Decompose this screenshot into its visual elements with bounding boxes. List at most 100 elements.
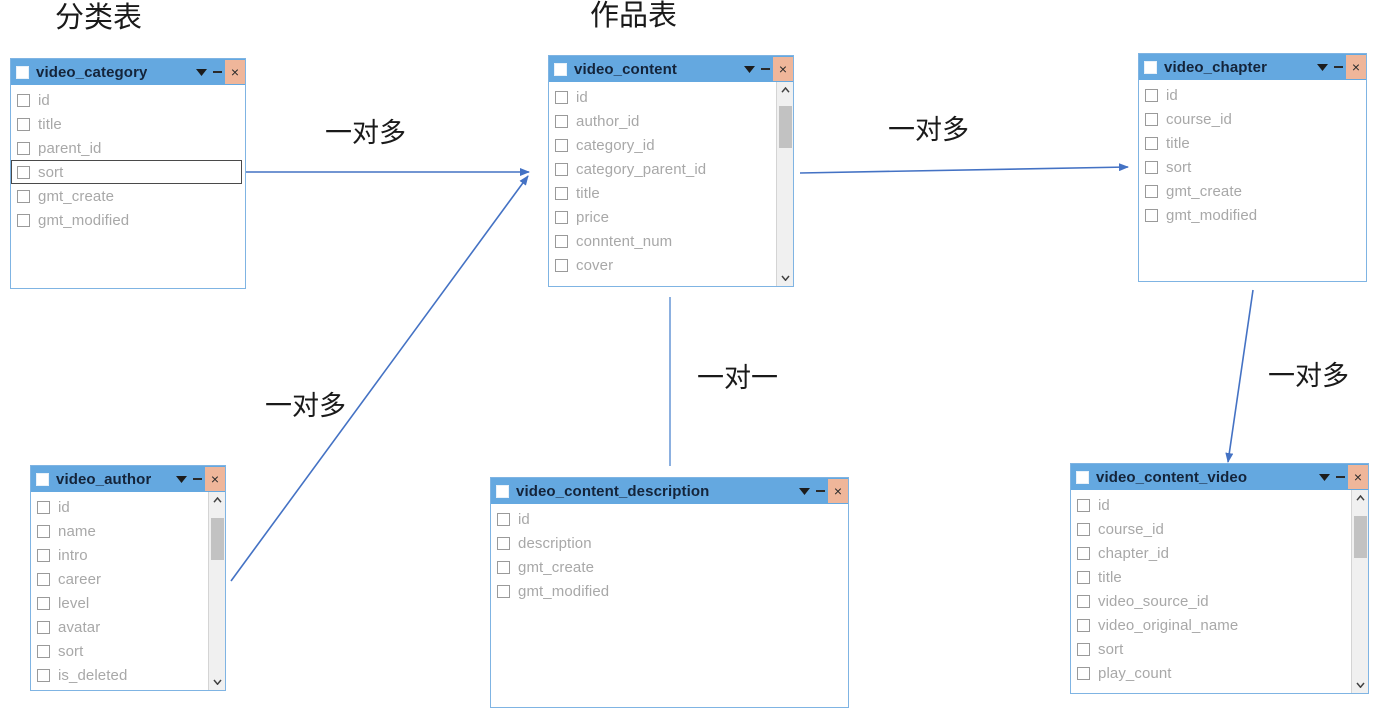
scroll-down-icon[interactable] (209, 674, 226, 690)
vertical-scrollbar[interactable] (776, 82, 793, 286)
field-checkbox[interactable] (555, 258, 568, 272)
field-checkbox[interactable] (497, 512, 510, 526)
table-select-checkbox[interactable] (1076, 470, 1089, 484)
field-checkbox[interactable] (555, 234, 568, 248)
vertical-scrollbar[interactable] (1351, 490, 1368, 693)
minimize-icon[interactable] (1332, 466, 1348, 488)
table-window-video-chapter[interactable]: video_chapter × id course_id title sort … (1138, 53, 1367, 282)
close-icon[interactable]: × (205, 467, 225, 491)
field-checkbox[interactable] (37, 644, 50, 658)
field-row[interactable]: sort (31, 639, 208, 663)
field-checkbox[interactable] (497, 536, 510, 550)
scrollbar-track[interactable] (1352, 506, 1369, 677)
field-row[interactable]: sort (1139, 155, 1366, 179)
field-checkbox[interactable] (555, 162, 568, 176)
field-row[interactable]: gmt_modified (491, 579, 848, 603)
field-row[interactable]: parent_id (11, 136, 245, 160)
field-checkbox[interactable] (497, 584, 510, 598)
field-checkbox[interactable] (37, 572, 50, 586)
minimize-icon[interactable] (209, 61, 225, 83)
scroll-up-icon[interactable] (777, 82, 794, 98)
titlebar-video-category[interactable]: video_category × (11, 59, 245, 85)
field-checkbox[interactable] (17, 189, 30, 203)
field-checkbox[interactable] (555, 210, 568, 224)
field-checkbox[interactable] (1077, 642, 1090, 656)
field-checkbox[interactable] (37, 548, 50, 562)
field-checkbox[interactable] (37, 596, 50, 610)
close-icon[interactable]: × (1346, 55, 1366, 79)
field-checkbox[interactable] (1077, 570, 1090, 584)
chevron-down-icon[interactable] (796, 480, 812, 502)
field-row[interactable]: id (549, 85, 776, 109)
field-row[interactable]: video_original_name (1071, 613, 1351, 637)
field-row[interactable]: course_id (1139, 107, 1366, 131)
minimize-icon[interactable] (1330, 56, 1346, 78)
titlebar-video-content[interactable]: video_content × (549, 56, 793, 82)
field-checkbox[interactable] (1077, 498, 1090, 512)
field-checkbox[interactable] (17, 93, 30, 107)
field-checkbox[interactable] (17, 213, 30, 227)
field-row[interactable]: sort (1071, 637, 1351, 661)
chevron-down-icon[interactable] (741, 58, 757, 80)
close-icon[interactable]: × (828, 479, 848, 503)
chevron-down-icon[interactable] (1314, 56, 1330, 78)
titlebar-video-content-video[interactable]: video_content_video × (1071, 464, 1368, 490)
minimize-icon[interactable] (189, 468, 205, 490)
field-checkbox[interactable] (555, 186, 568, 200)
field-checkbox[interactable] (37, 524, 50, 538)
scroll-down-icon[interactable] (1352, 677, 1369, 693)
field-checkbox[interactable] (555, 114, 568, 128)
field-row[interactable]: play_count (1071, 661, 1351, 685)
table-select-checkbox[interactable] (496, 484, 509, 498)
field-row[interactable]: conntent_num (549, 229, 776, 253)
vertical-scrollbar[interactable] (208, 492, 225, 690)
field-checkbox[interactable] (555, 138, 568, 152)
field-checkbox[interactable] (1145, 184, 1158, 198)
titlebar-video-content-description[interactable]: video_content_description × (491, 478, 848, 504)
scrollbar-track[interactable] (209, 508, 226, 674)
field-row[interactable]: title (1071, 565, 1351, 589)
field-checkbox[interactable] (17, 141, 30, 155)
field-row[interactable]: gmt_create (11, 184, 245, 208)
field-checkbox[interactable] (1145, 208, 1158, 222)
field-checkbox[interactable] (1077, 666, 1090, 680)
scrollbar-thumb[interactable] (1353, 516, 1367, 558)
table-window-video-category[interactable]: video_category × id title parent_id sort… (10, 58, 246, 289)
field-checkbox[interactable] (1077, 618, 1090, 632)
field-row[interactable]: career (31, 567, 208, 591)
field-row[interactable]: category_parent_id (549, 157, 776, 181)
field-row[interactable]: name (31, 519, 208, 543)
titlebar-video-author[interactable]: video_author × (31, 466, 225, 492)
field-row[interactable]: category_id (549, 133, 776, 157)
field-row[interactable]: gmt_create (1139, 179, 1366, 203)
field-row[interactable]: gmt_create (491, 555, 848, 579)
field-row[interactable]: gmt_modified (1139, 203, 1366, 227)
chevron-down-icon[interactable] (1316, 466, 1332, 488)
field-row[interactable]: course_id (1071, 517, 1351, 541)
field-row[interactable]: id (491, 507, 848, 531)
scrollbar-thumb[interactable] (778, 106, 792, 148)
field-row[interactable]: title (1139, 131, 1366, 155)
field-row[interactable]: id (1071, 493, 1351, 517)
field-checkbox[interactable] (1145, 136, 1158, 150)
field-checkbox[interactable] (37, 668, 50, 682)
field-row[interactable]: cover (549, 253, 776, 277)
table-window-video-content[interactable]: video_content × id author_id category_id… (548, 55, 794, 287)
scrollbar-thumb[interactable] (210, 518, 224, 560)
field-row[interactable]: video_source_id (1071, 589, 1351, 613)
field-row[interactable]: author_id (549, 109, 776, 133)
field-row[interactable]: is_deleted (31, 663, 208, 687)
field-row[interactable]: avatar (31, 615, 208, 639)
scrollbar-track[interactable] (777, 98, 794, 270)
field-checkbox[interactable] (37, 500, 50, 514)
field-checkbox[interactable] (1145, 160, 1158, 174)
scroll-up-icon[interactable] (209, 492, 226, 508)
field-row[interactable]: id (1139, 83, 1366, 107)
field-row[interactable]: title (549, 181, 776, 205)
close-icon[interactable]: × (1348, 465, 1368, 489)
field-row[interactable]: level (31, 591, 208, 615)
minimize-icon[interactable] (757, 58, 773, 80)
field-checkbox[interactable] (1145, 88, 1158, 102)
field-checkbox[interactable] (1145, 112, 1158, 126)
field-checkbox[interactable] (1077, 546, 1090, 560)
